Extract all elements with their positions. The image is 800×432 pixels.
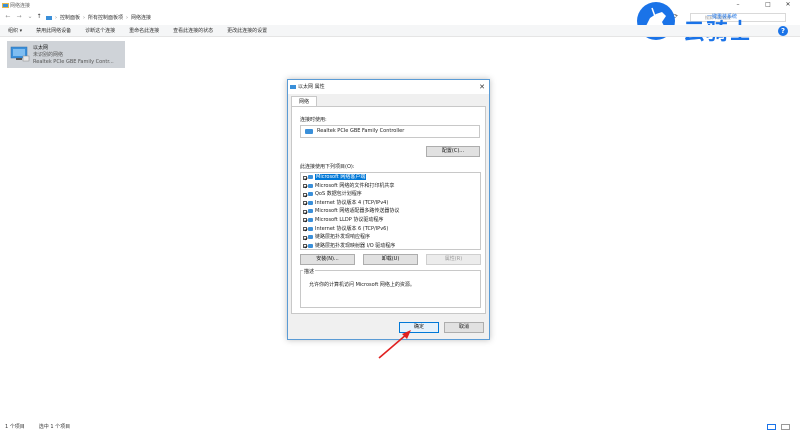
ethernet-properties-dialog: 以太网 属性 ✕ 网络 连接时使用: Realtek PCIe GBE Fami… [287,79,490,340]
checkbox[interactable] [303,227,307,232]
breadcrumb[interactable]: › 控制面板 › 所有控制面板项 › 网络连接 [46,13,151,22]
disable-device-button[interactable]: 禁用此网络设备 [36,27,71,34]
breadcrumb-separator: › [83,14,86,21]
list-item[interactable]: Microsoft 网络客户端 [301,173,480,182]
change-settings-button[interactable]: 更改此连接的设置 [227,27,267,34]
network-connections-window: 网络连接 – □ ✕ ← → ⌄ ↑ › 控制面板 › 所有控制面板项 › 网络… [0,0,800,432]
diagnose-button[interactable]: 诊断这个连接 [85,27,115,34]
list-item-label: Internet 协议版本 4 (TCP/IPv4) [315,199,389,206]
ethernet-adapter-icon [10,46,30,62]
list-item[interactable]: Microsoft LLDP 协议驱动程序 [301,216,480,225]
list-item-label: QoS 数据包计划程序 [315,191,362,198]
list-item-label: Microsoft 网络的文件和打印机共享 [315,182,395,189]
component-icon [308,183,313,188]
adapter-status: 未识别的网络 [33,52,64,58]
items-label: 此连接使用下列项目(O): [300,164,355,170]
component-icon [308,209,313,214]
checkbox[interactable] [303,201,307,206]
red-arrow-annotation [378,330,411,359]
control-panel-icon [46,15,52,20]
properties-button[interactable]: 属性(R) [426,254,481,265]
dialog-title-bar: 以太网 属性 ✕ [288,80,489,94]
details-view-icon[interactable] [767,424,776,430]
help-icon[interactable]: ? [778,26,788,36]
component-icon [308,217,313,222]
selected-count: 选中 1 个项目 [38,424,71,430]
item-count: 1 个项目 [5,424,25,430]
component-icon [308,243,313,248]
breadcrumb-item[interactable]: 控制面板 [60,14,80,21]
view-status-button[interactable]: 查看此连接的状态 [173,27,213,34]
configure-button[interactable]: 配置(C)... [426,146,480,157]
window-title: 网络连接 [10,3,31,9]
list-item[interactable]: Internet 协议版本 4 (TCP/IPv4) [301,199,480,208]
dialog-panel: 连接时使用: Realtek PCIe GBE Family Controlle… [291,106,486,314]
list-item[interactable]: 链路层拓扑发现映射器 I/O 驱动程序 [301,242,480,249]
connect-using-label: 连接时使用: [300,117,327,123]
list-item-label: 链路层拓扑发现映射器 I/O 驱动程序 [315,242,396,249]
components-list[interactable]: Microsoft 网络客户端 Microsoft 网络的文件和打印机共享 Qo… [300,172,481,250]
network-folder-icon [2,3,9,8]
status-bar: 1 个项目 选中 1 个项目 [0,422,800,432]
adapter-name: 以太网 [33,45,49,51]
adapter-tile-ethernet[interactable]: 以太网 未识别的网络 Realtek PCIe GBE Family Contr… [7,41,125,68]
list-item[interactable]: Microsoft 网络的文件和打印机共享 [301,182,480,191]
description-group: 描述 允许你的计算机访问 Microsoft 网络上的资源。 [300,268,481,308]
component-icon [308,235,313,240]
list-item-label: Microsoft 网络客户端 [315,174,367,180]
up-icon[interactable]: ↑ [35,13,43,21]
dialog-title: 以太网 属性 [298,84,325,90]
checkbox[interactable] [303,175,307,180]
dialog-close-icon[interactable]: ✕ [479,80,485,94]
component-icon [308,200,313,205]
breadcrumb-separator: › [55,14,57,21]
large-icons-view-icon[interactable] [781,424,790,430]
command-bar: 组织 ▾ 禁用此网络设备 诊断这个连接 重命名此连接 查看此连接的状态 更改此连… [0,25,800,37]
list-item-label: Internet 协议版本 6 (TCP/IPv6) [315,225,389,232]
component-icon [308,192,313,197]
list-item-label: Microsoft LLDP 协议驱动程序 [315,216,384,223]
list-item[interactable]: Microsoft 网络适配器多路传送器协议 [301,207,480,216]
forward-icon[interactable]: → [15,13,23,21]
breadcrumb-item[interactable]: 所有控制面板项 [88,14,123,21]
install-button[interactable]: 安装(N)... [300,254,355,265]
rename-button[interactable]: 重命名此连接 [129,27,159,34]
list-item-label: Microsoft 网络适配器多路传送器协议 [315,208,400,215]
breadcrumb-item[interactable]: 网络连接 [131,14,151,21]
component-icon [308,175,313,179]
description-label: 描述 [303,268,316,275]
nic-icon [305,129,313,134]
description-text: 允许你的计算机访问 Microsoft 网络上的资源。 [309,282,415,288]
breadcrumb-separator: › [126,14,129,21]
checkbox[interactable] [303,244,307,249]
cancel-button[interactable]: 取消 [444,322,484,333]
list-item-label: 链路层拓扑发现响应程序 [315,234,371,241]
checkbox[interactable] [303,184,307,189]
recent-dropdown-icon[interactable]: ⌄ [26,13,34,21]
organize-menu[interactable]: 组织 ▾ [8,27,22,34]
checkbox[interactable] [303,192,307,197]
list-item[interactable]: 链路层拓扑发现响应程序 [301,233,480,242]
checkbox[interactable] [303,218,307,223]
list-item[interactable]: Internet 协议版本 6 (TCP/IPv6) [301,225,480,234]
adapter-name-box: Realtek PCIe GBE Family Controller [300,125,480,138]
adapter-name-text: Realtek PCIe GBE Family Controller [317,128,405,134]
component-icon [308,226,313,231]
back-icon[interactable]: ← [4,13,12,21]
adapter-device: Realtek PCIe GBE Family Contr... [33,59,114,65]
list-item[interactable]: QoS 数据包计划程序 [301,190,480,199]
checkbox[interactable] [303,235,307,240]
network-icon [290,85,296,89]
uninstall-button[interactable]: 卸载(U) [363,254,418,265]
checkbox[interactable] [303,209,307,214]
